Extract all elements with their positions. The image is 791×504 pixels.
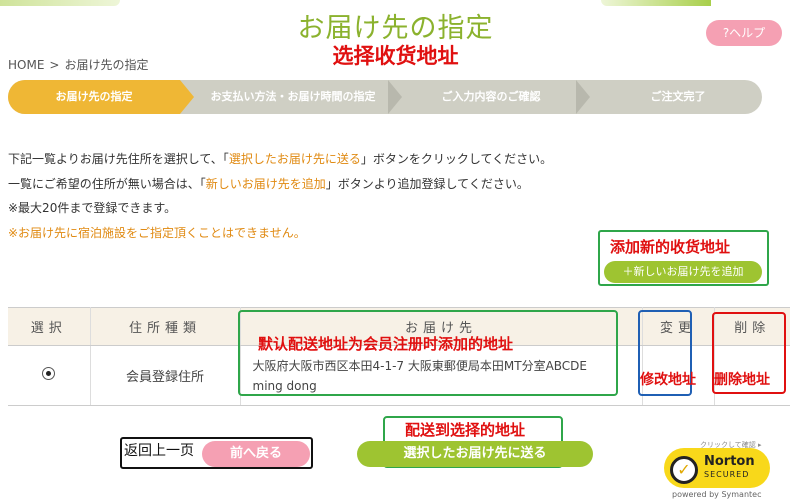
- step-payment-time: お支払い方法・お届け時間の指定: [210, 90, 376, 103]
- instruction-highlight: 新しいお届け先を追加: [205, 177, 326, 191]
- step-arrow: [180, 80, 194, 114]
- norton-secured-seal[interactable]: クリックして確認 ▸ ✓ Norton SECURED powered by S…: [660, 440, 774, 500]
- instruction-line-2: 一覧にご希望の住所が無い場合は、「新しいお届け先を追加」ボタンより追加登録してく…: [8, 175, 529, 192]
- instruction-line-3: ※最大20件まで登録できます。: [8, 201, 177, 215]
- help-button[interactable]: ?ヘルプ: [706, 20, 782, 46]
- breadcrumb-home[interactable]: HOME: [8, 58, 44, 72]
- annotation-edit-address: 修改地址: [640, 372, 696, 388]
- instruction-text: 一覧にご希望の住所が無い場合は、「: [8, 177, 206, 191]
- step-arrow: [388, 80, 402, 114]
- header-select: 選択: [8, 307, 91, 346]
- annotation-send-to-selected: 配送到选择的地址: [405, 421, 526, 439]
- annotation-go-back: 返回上一页: [124, 443, 194, 459]
- norton-badge: ✓ Norton SECURED: [664, 448, 770, 488]
- header-type: 住所種類: [90, 307, 241, 346]
- address-radio[interactable]: [42, 367, 56, 380]
- add-address-button[interactable]: ＋新しいお届け先を追加: [604, 261, 762, 283]
- step-confirm: ご入力内容のご確認: [441, 90, 541, 103]
- annotation-add-address: 添加新的收货地址: [610, 238, 731, 256]
- norton-name: Norton: [704, 454, 755, 469]
- send-to-selected-button[interactable]: 選択したお届け先に送る: [357, 441, 593, 467]
- address-type: 会員登録住所: [90, 345, 241, 406]
- breadcrumb-separator: >: [49, 58, 60, 72]
- checkmark-icon: ✓: [670, 456, 698, 484]
- breadcrumb: HOME > お届け先の指定: [8, 56, 153, 73]
- breadcrumb-current: お届け先の指定: [64, 58, 149, 72]
- annotation-delete-address: 删除地址: [714, 372, 770, 388]
- step-delivery-address: お届け先の指定: [8, 80, 180, 114]
- instruction-line-4: ※お届け先に宿泊施設をご指定頂くことはできません。: [8, 226, 306, 240]
- instruction-text: 下記一覧よりお届け先住所を選択して、「: [8, 152, 229, 166]
- instruction-highlight: 選択したお届け先に送る: [228, 152, 361, 166]
- instruction-text: 」ボタンをクリックしてください。: [360, 152, 553, 166]
- instruction-line-1: 下記一覧よりお届け先住所を選択して、「選択したお届け先に送る」ボタンをクリックし…: [8, 150, 552, 167]
- progress-steps: お届け先の指定 お支払い方法・お届け時間の指定 ご入力内容のご確認 ご注文完了: [8, 80, 762, 114]
- instruction-text: 」ボタンより追加登録してください。: [325, 177, 529, 191]
- step-complete: ご注文完了: [650, 90, 706, 103]
- step-arrow: [576, 80, 590, 114]
- norton-secured-text: SECURED: [704, 470, 750, 479]
- select-cell: [8, 345, 91, 406]
- annotation-default-address: 默认配送地址为会员注册时添加的地址: [258, 335, 514, 353]
- norton-powered-by: powered by Symantec: [672, 490, 762, 499]
